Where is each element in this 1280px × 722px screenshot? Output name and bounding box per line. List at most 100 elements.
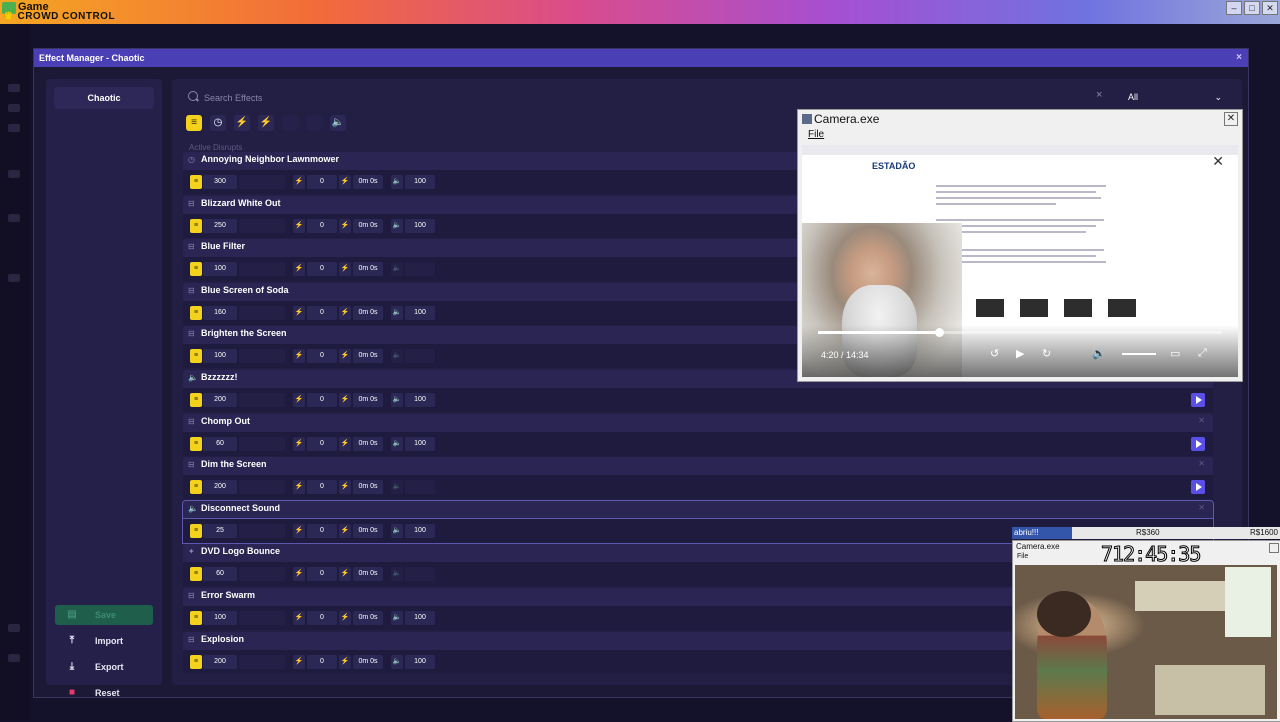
effect-row[interactable]: ⊟ Chomp Out ✕ ≡ 60 ⚡ 0 ⚡ 0m 0s 🔈 100 bbox=[183, 413, 1213, 456]
duration-field[interactable]: 0m 0s bbox=[353, 436, 383, 451]
browser-bar bbox=[802, 145, 1238, 155]
rail-icon[interactable] bbox=[8, 624, 20, 632]
price-field[interactable]: 100 bbox=[203, 349, 237, 364]
video-progress-bar[interactable] bbox=[818, 328, 1222, 337]
camera-close-button[interactable]: ✕ bbox=[1224, 112, 1238, 126]
mode-chaotic-button[interactable]: Chaotic bbox=[54, 87, 154, 109]
rail-icon[interactable] bbox=[8, 274, 20, 282]
volume-field[interactable] bbox=[405, 567, 435, 582]
overlay-close-icon[interactable]: ✕ bbox=[1212, 153, 1224, 170]
volume-icon[interactable]: 🔈 bbox=[330, 115, 346, 131]
streamer-camera-menu[interactable]: File bbox=[1017, 553, 1028, 560]
volume-field[interactable]: 100 bbox=[405, 175, 435, 189]
volume-field[interactable]: 100 bbox=[405, 218, 435, 233]
effect-row-header[interactable]: 🔈 Disconnect Sound ✕ bbox=[182, 499, 1214, 520]
rail-icon[interactable] bbox=[8, 170, 20, 178]
price-field[interactable]: 100 bbox=[203, 262, 237, 277]
duration-field[interactable]: 0m 0s bbox=[353, 611, 383, 625]
play-icon[interactable]: ▶ bbox=[1016, 347, 1024, 360]
bits-field[interactable]: 0 bbox=[307, 305, 337, 320]
price-field[interactable]: 60 bbox=[203, 567, 237, 582]
price-field[interactable]: 200 bbox=[203, 480, 237, 495]
price-field[interactable]: 100 bbox=[203, 611, 237, 625]
effect-name: Blue Filter bbox=[201, 241, 246, 252]
price-field[interactable]: 25 bbox=[203, 523, 237, 538]
volume-field[interactable]: 100 bbox=[405, 611, 435, 625]
captions-icon[interactable]: ▭ bbox=[1170, 347, 1180, 360]
volume-field[interactable] bbox=[405, 349, 435, 364]
volume-field[interactable]: 100 bbox=[405, 523, 435, 538]
rail-icon[interactable] bbox=[8, 104, 20, 112]
streamer-camera-close[interactable]: ✕ bbox=[1269, 543, 1279, 553]
price-field[interactable]: 200 bbox=[203, 393, 237, 407]
row-remove-icon[interactable]: ✕ bbox=[1198, 503, 1205, 512]
minimize-button[interactable]: – bbox=[1226, 1, 1242, 15]
effect-manager-close-button[interactable]: × bbox=[1236, 49, 1242, 67]
volume-field[interactable]: 100 bbox=[405, 305, 435, 320]
bits-field[interactable]: 0 bbox=[307, 523, 337, 538]
bits-field[interactable]: 0 bbox=[307, 480, 337, 495]
row-remove-icon[interactable]: ✕ bbox=[1198, 459, 1205, 468]
row-remove-icon[interactable]: ✕ bbox=[1198, 416, 1205, 425]
bits-field[interactable]: 0 bbox=[307, 654, 337, 669]
volume-field[interactable]: 100 bbox=[405, 436, 435, 451]
rail-icon[interactable] bbox=[8, 84, 20, 92]
duration-field[interactable]: 0m 0s bbox=[353, 349, 383, 364]
bits-field[interactable]: 0 bbox=[307, 611, 337, 625]
clock-icon[interactable]: ◷ bbox=[210, 115, 226, 131]
price-field[interactable]: 250 bbox=[203, 218, 237, 233]
export-button[interactable]: ⤓ Export bbox=[55, 657, 153, 677]
duration-field[interactable]: 0m 0s bbox=[353, 175, 383, 189]
bits-field[interactable]: 0 bbox=[307, 567, 337, 582]
price-field[interactable]: 160 bbox=[203, 305, 237, 320]
bits-field[interactable]: 0 bbox=[307, 262, 337, 277]
bits-field[interactable]: 0 bbox=[307, 218, 337, 233]
price-field[interactable]: 300 bbox=[203, 175, 237, 189]
volume-field[interactable]: 100 bbox=[405, 654, 435, 669]
duration-field[interactable]: 0m 0s bbox=[353, 218, 383, 233]
price-field[interactable]: 200 bbox=[203, 654, 237, 669]
coin-icon[interactable]: ≡ bbox=[186, 115, 202, 131]
bits-field[interactable]: 0 bbox=[307, 436, 337, 451]
rail-icon[interactable] bbox=[8, 214, 20, 222]
duration-field[interactable]: 0m 0s bbox=[353, 654, 383, 669]
camera-file-menu[interactable]: File bbox=[808, 129, 824, 140]
category-filter-select[interactable]: All ⌄ bbox=[1122, 87, 1228, 107]
duration-field[interactable]: 0m 0s bbox=[353, 567, 383, 582]
play-effect-button[interactable] bbox=[1191, 393, 1205, 407]
effect-row-header[interactable]: ⊟ Dim the Screen ✕ bbox=[183, 457, 1213, 476]
volume-field[interactable] bbox=[405, 262, 435, 277]
bolt-sparkle-icon[interactable]: ⚡ bbox=[258, 115, 274, 131]
volume-slider[interactable] bbox=[1122, 353, 1156, 355]
volume-field[interactable]: 100 bbox=[405, 393, 435, 407]
duration-field[interactable]: 0m 0s bbox=[353, 523, 383, 538]
bits-field[interactable]: 0 bbox=[307, 349, 337, 364]
bits-field[interactable]: 0 bbox=[307, 175, 337, 189]
play-effect-button[interactable] bbox=[1191, 436, 1205, 451]
duration-field[interactable]: 0m 0s bbox=[353, 393, 383, 407]
close-window-button[interactable]: ✕ bbox=[1262, 1, 1278, 15]
duration-field[interactable]: 0m 0s bbox=[353, 480, 383, 495]
search-input[interactable] bbox=[202, 89, 1086, 107]
volume-icon[interactable]: 🔊 bbox=[1092, 347, 1106, 360]
duration-field[interactable]: 0m 0s bbox=[353, 262, 383, 277]
import-button[interactable]: ⤒ Import bbox=[55, 631, 153, 651]
effect-row[interactable]: ⊟ Dim the Screen ✕ ≡ 200 ⚡ 0 ⚡ 0m 0s 🔈 bbox=[183, 457, 1213, 500]
rail-icon[interactable] bbox=[8, 654, 20, 662]
save-button[interactable]: ▤ Save bbox=[55, 605, 153, 625]
effect-name: Blizzard White Out bbox=[201, 197, 281, 208]
bits-field[interactable]: 0 bbox=[307, 393, 337, 407]
rail-icon[interactable] bbox=[8, 124, 20, 132]
fullscreen-icon[interactable]: ⤢ bbox=[1198, 347, 1207, 360]
volume-field[interactable] bbox=[405, 480, 435, 495]
play-effect-button[interactable] bbox=[1191, 480, 1205, 495]
maximize-button[interactable]: □ bbox=[1244, 1, 1260, 15]
forward-icon[interactable]: ↻ bbox=[1042, 347, 1051, 360]
rewind-icon[interactable]: ↺ bbox=[990, 347, 999, 360]
bolt-icon[interactable]: ⚡ bbox=[234, 115, 250, 131]
effect-row-header[interactable]: ⊟ Chomp Out ✕ bbox=[183, 413, 1213, 432]
reset-button[interactable]: ■ Reset bbox=[55, 683, 153, 703]
duration-field[interactable]: 0m 0s bbox=[353, 305, 383, 320]
search-clear-button[interactable]: × bbox=[1096, 89, 1102, 101]
price-field[interactable]: 60 bbox=[203, 436, 237, 451]
